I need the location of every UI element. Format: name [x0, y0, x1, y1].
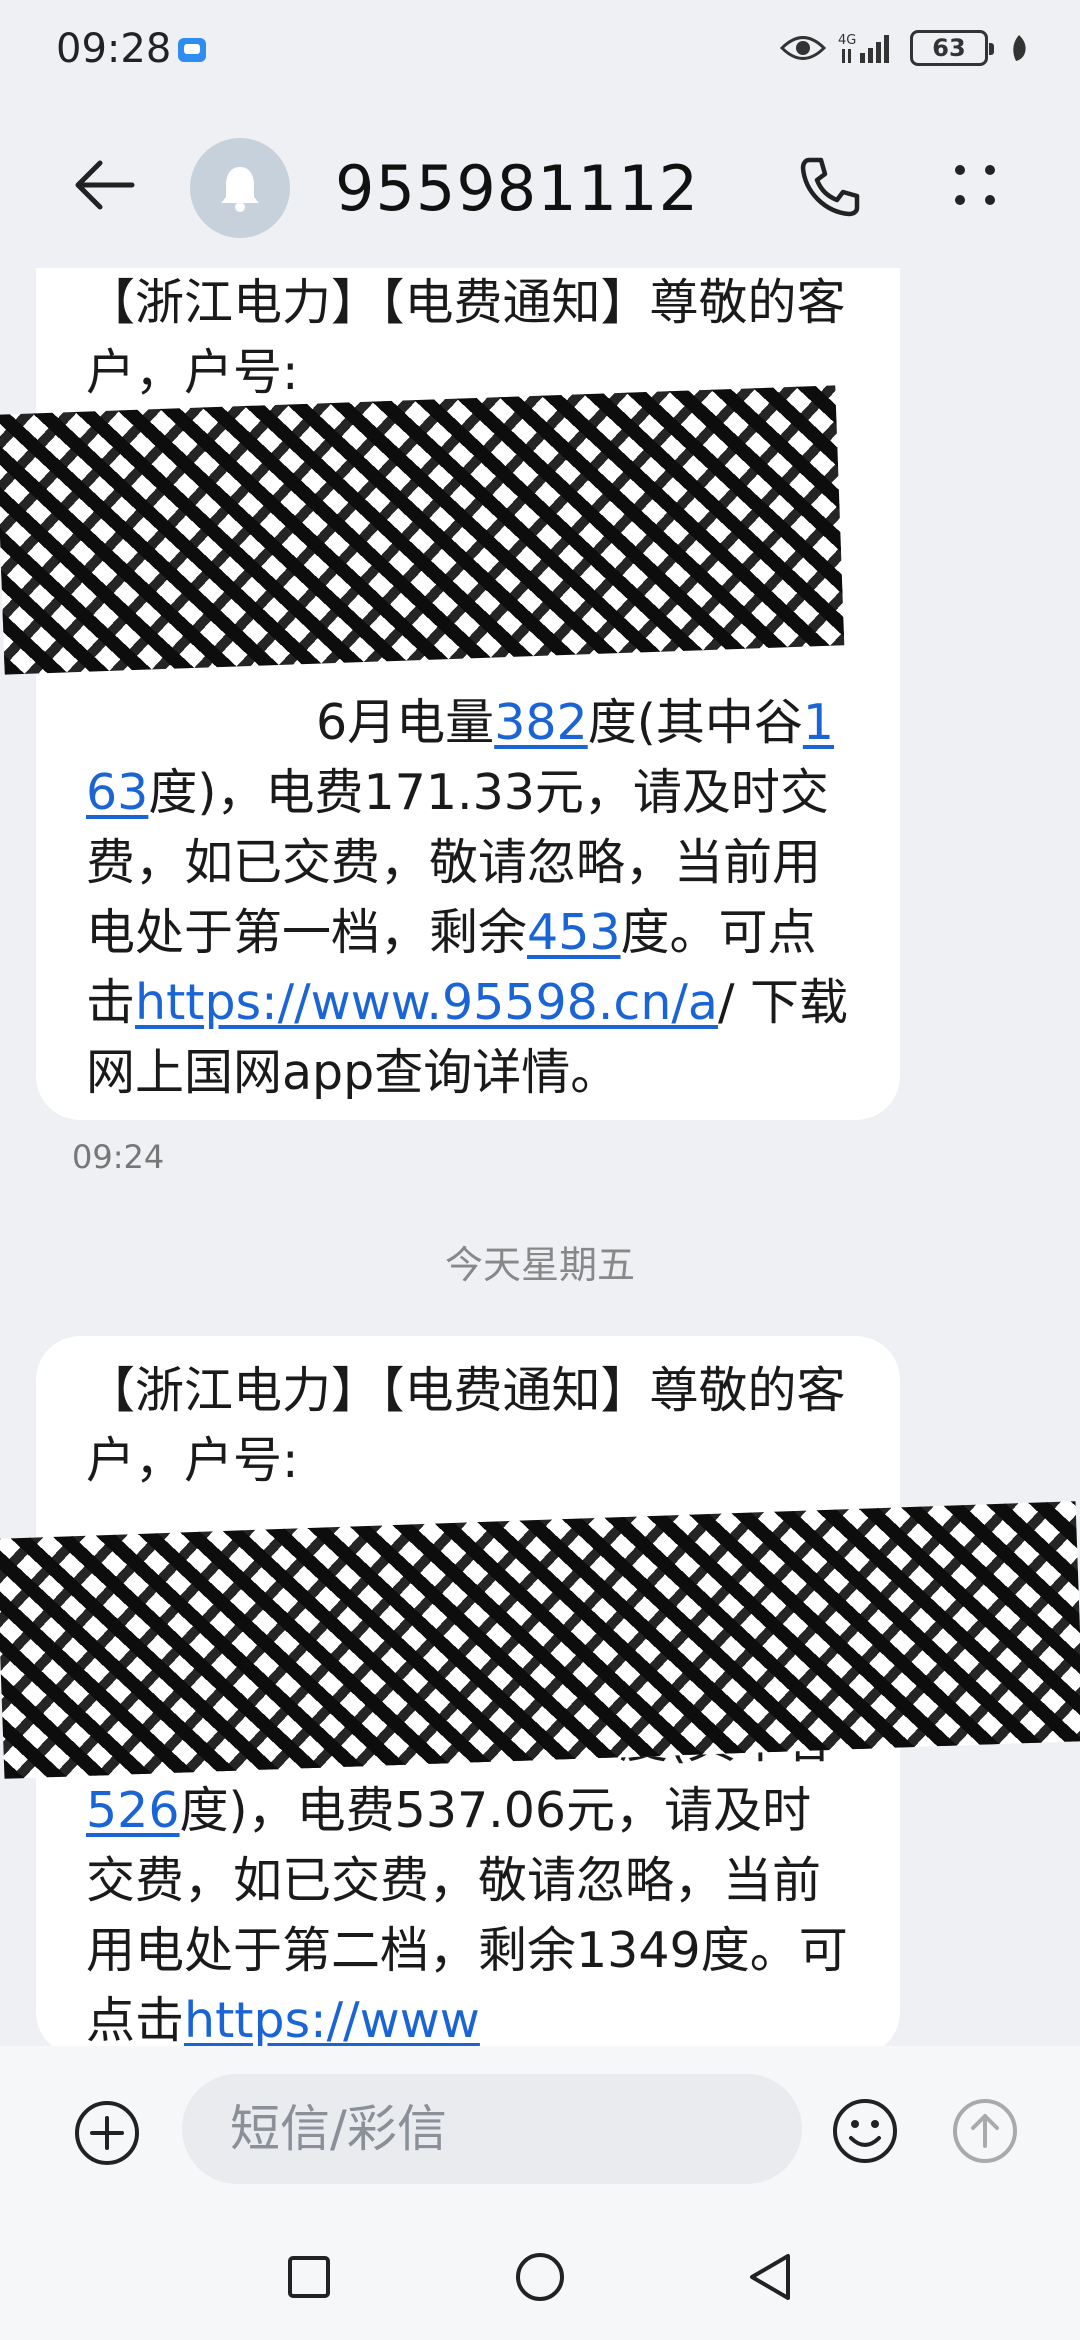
more-icon[interactable] — [940, 150, 1010, 220]
battery-icon: 63 — [910, 30, 994, 66]
eye-icon — [780, 36, 826, 60]
avatar[interactable] — [190, 138, 290, 238]
usage-link[interactable]: 382 — [494, 694, 588, 751]
status-time: 09:28 — [56, 26, 172, 72]
valley-usage-link[interactable]: 526 — [86, 1782, 180, 1839]
conversation-header: 955981112 — [0, 104, 1080, 274]
date-separator: 今天星期五 — [444, 1243, 635, 1287]
message-intro: 【浙江电力】【电费通知】尊敬的客户，户号: — [86, 1362, 846, 1489]
bell-icon — [221, 167, 259, 212]
leaf-icon — [1013, 35, 1026, 61]
send-icon[interactable] — [950, 2096, 1020, 2166]
url-link[interactable]: https://www — [184, 1992, 480, 2049]
message-notification-icon — [178, 38, 206, 62]
battery-level: 63 — [932, 34, 966, 62]
navigation-bar — [0, 2216, 1080, 2340]
message-input[interactable]: 短信/彩信 — [182, 2074, 802, 2184]
compose-bar: 短信/彩信 — [0, 2046, 1080, 2216]
message-intro: 【浙江电力】【电费通知】尊敬的客户，户号: — [86, 274, 846, 401]
message-timestamp: 09:24 — [72, 1138, 165, 1176]
phone-icon[interactable] — [795, 152, 865, 222]
emoji-icon[interactable] — [830, 2096, 900, 2166]
status-bar: 09:28 4G 63 — [0, 0, 1080, 104]
remaining-usage-link[interactable]: 453 — [527, 904, 621, 961]
recent-apps-icon[interactable] — [286, 2254, 332, 2300]
nav-back-icon[interactable] — [744, 2250, 798, 2304]
redaction-scribble — [0, 1501, 1080, 1779]
contact-number: 955981112 — [335, 152, 700, 225]
redaction-scribble — [0, 385, 845, 675]
plus-circle-icon[interactable] — [72, 2098, 142, 2168]
sms-conversation-screen: 09:28 4G 63 955981112 【浙江电力】【电费通知】尊敬的客户，… — [0, 0, 1080, 2340]
network-type: 4G — [838, 33, 856, 48]
home-icon[interactable] — [513, 2250, 567, 2304]
url-link[interactable]: https://www.95598.cn/a — [135, 974, 718, 1031]
message-body: 度(其中谷 — [587, 694, 803, 751]
message-body: 6月电量 — [316, 694, 495, 751]
signal-icon: 4G — [838, 33, 889, 63]
back-arrow-icon[interactable] — [70, 150, 140, 220]
status-icons: 4G 63 — [780, 30, 1030, 66]
